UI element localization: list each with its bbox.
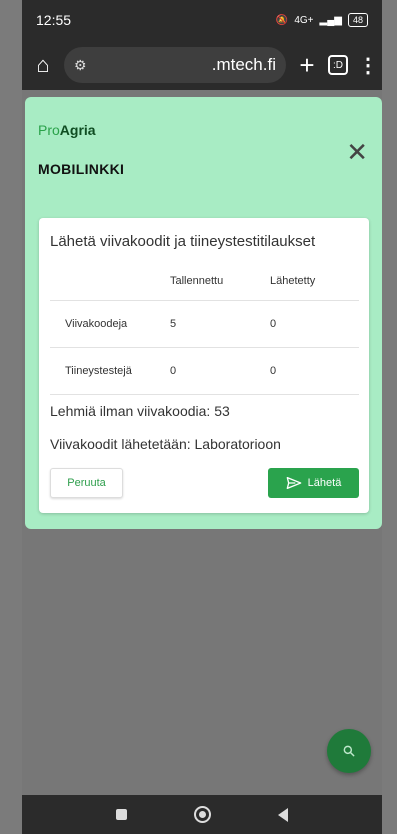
table-row: Viivakoodeja 5 0 bbox=[50, 300, 359, 348]
logo-pro: Pro bbox=[38, 122, 60, 138]
table-header-row: Tallennettu Lähetetty bbox=[50, 262, 359, 301]
tabs-button[interactable]: :D bbox=[328, 55, 348, 75]
row-saved: 5 bbox=[170, 300, 270, 348]
row-sent: 0 bbox=[270, 300, 359, 348]
send-card: Lähetä viivakoodit ja tiineystestitilauk… bbox=[39, 218, 369, 513]
back-button[interactable] bbox=[278, 807, 289, 822]
row-sent: 0 bbox=[270, 347, 359, 395]
search-icon bbox=[343, 745, 355, 757]
home-button[interactable] bbox=[193, 806, 211, 823]
browser-toolbar: ⌂ ⚙ .mtech.fi + :D ⋮ bbox=[22, 40, 382, 90]
browser-menu-button[interactable]: ⋮ bbox=[358, 53, 378, 78]
send-button-label: Lähetä bbox=[307, 477, 342, 489]
address-bar[interactable]: ⚙ .mtech.fi bbox=[64, 47, 286, 83]
send-dialog: ProAgria MOBILINKKI ✕ Lähetä viivakoodit… bbox=[25, 97, 382, 529]
search-button[interactable] bbox=[327, 729, 371, 773]
card-title: Lähetä viivakoodit ja tiineystestitilauk… bbox=[50, 233, 316, 250]
app-title: MOBILINKKI bbox=[38, 161, 125, 177]
home-icon[interactable]: ⌂ bbox=[32, 52, 54, 78]
status-icons: 🔕 4G+ ▂▄▆ 48 bbox=[276, 13, 368, 27]
column-header-saved: Tallennettu bbox=[170, 262, 270, 301]
mute-icon: 🔕 bbox=[275, 14, 289, 26]
cancel-button[interactable]: Peruuta bbox=[50, 468, 123, 498]
stats-table: Tallennettu Lähetetty Viivakoodeja 5 0 T… bbox=[50, 262, 359, 395]
table-row: Tiineystestejä 0 0 bbox=[50, 347, 359, 395]
column-header-sent: Lähetetty bbox=[270, 262, 359, 301]
send-icon bbox=[286, 476, 302, 489]
battery-indicator: 48 bbox=[347, 13, 368, 27]
destination-text: Viivakoodit lähetetään: Laboratorioon bbox=[50, 436, 281, 452]
tune-icon[interactable]: ⚙ bbox=[74, 57, 87, 74]
status-time: 12:55 bbox=[36, 12, 72, 28]
network-label: 4G+ bbox=[294, 14, 314, 26]
url-text: .mtech.fi bbox=[211, 55, 276, 74]
cows-without-barcode-text: Lehmiä ilman viivakoodia: 53 bbox=[50, 403, 230, 419]
signal-icon: ▂▄▆ bbox=[319, 14, 342, 26]
row-label: Tiineystestejä bbox=[50, 347, 170, 395]
row-saved: 0 bbox=[170, 347, 270, 395]
column-header-label bbox=[50, 262, 170, 301]
row-label: Viivakoodeja bbox=[50, 300, 170, 348]
new-tab-button[interactable]: + bbox=[296, 50, 318, 81]
recents-button[interactable] bbox=[115, 809, 127, 820]
send-button[interactable]: Lähetä bbox=[268, 468, 359, 498]
status-bar: 12:55 🔕 4G+ ▂▄▆ 48 bbox=[22, 0, 382, 40]
close-icon[interactable]: ✕ bbox=[346, 137, 368, 168]
logo-agria: Agria bbox=[59, 122, 96, 138]
proagria-logo: ProAgria bbox=[38, 122, 96, 138]
system-nav-bar bbox=[22, 795, 382, 834]
